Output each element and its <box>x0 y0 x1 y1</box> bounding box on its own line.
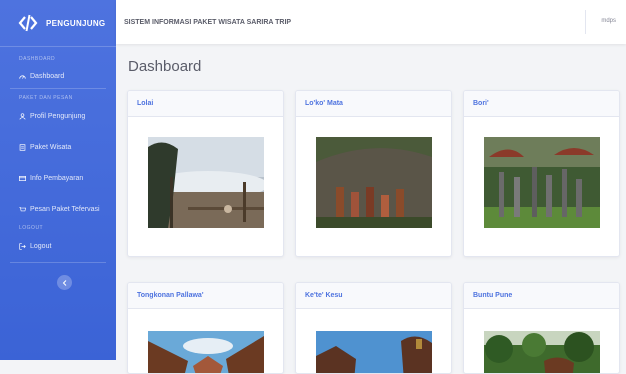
sidebar-divider <box>10 88 106 89</box>
chevron-left-icon <box>62 279 66 286</box>
sidebar-toggle-button[interactable] <box>57 275 72 290</box>
dashboard-icon <box>19 75 26 79</box>
sidebar-item-paket[interactable]: Paket Wisata <box>0 144 71 151</box>
card-title: Buntu Pune <box>464 283 619 309</box>
sidebar-brand[interactable]: PENGUNJUNG <box>0 0 116 47</box>
sidebar-item-profil-label: Profil Pengunjung <box>30 113 86 120</box>
card-title: Lo'ko' Mata <box>296 91 451 117</box>
sidebar-item-info[interactable]: Info Pembayaran <box>0 175 83 182</box>
card-title: Tongkonan Pallawa' <box>128 283 283 309</box>
brand-name: PENGUNJUNG <box>46 18 106 28</box>
buntu-pune-photo <box>484 331 600 373</box>
cart-icon <box>19 207 26 212</box>
app-title: SISTEM INFORMASI PAKET WISATA SARIRA TRI… <box>124 18 292 26</box>
topbar: SISTEM INFORMASI PAKET WISATA SARIRA TRI… <box>116 0 626 44</box>
sidebar-item-dashboard[interactable]: Dashboard <box>0 73 64 80</box>
nav-heading-dashboard: DASHBOARD <box>19 56 56 62</box>
lokomata-photo <box>316 137 432 228</box>
package-icon <box>19 144 26 151</box>
page-title: Dashboard <box>128 58 202 75</box>
bori-photo <box>484 137 600 228</box>
code-icon <box>18 14 38 32</box>
topbar-divider <box>585 10 586 34</box>
sidebar-item-dashboard-label: Dashboard <box>30 73 65 80</box>
sidebar-item-pesan[interactable]: Pesan Paket Tefervasi <box>0 206 100 213</box>
sidebar-item-logout[interactable]: Logout <box>0 243 51 250</box>
sidebar-divider-bottom <box>10 262 106 263</box>
nav-heading-paket: PAKET DAN PESAN <box>19 95 73 101</box>
lolai-photo <box>148 137 264 228</box>
card-title: Bori' <box>464 91 619 117</box>
card-title: Ke'te' Kesu <box>296 283 451 309</box>
nav-heading-logout: LOGOUT <box>19 225 44 231</box>
user-icon <box>19 113 26 120</box>
credit-card-icon <box>19 176 26 181</box>
sidebar-item-pesan-label: Pesan Paket Tefervasi <box>30 206 100 213</box>
sidebar-item-paket-label: Paket Wisata <box>30 144 72 151</box>
user-menu[interactable]: mdps <box>601 18 616 24</box>
card-title: Lolai <box>128 91 283 117</box>
card-buntu-pune[interactable]: Buntu Pune <box>463 282 620 374</box>
card-lolai[interactable]: Lolai <box>127 90 284 257</box>
card-lokomata[interactable]: Lo'ko' Mata <box>295 90 452 257</box>
card-kete-kesu[interactable]: Ke'te' Kesu <box>295 282 452 374</box>
sidebar-item-profil[interactable]: Profil Pengunjung <box>0 113 85 120</box>
sidebar-item-logout-label: Logout <box>30 243 52 250</box>
sidebar: PENGUNJUNG DASHBOARD Dashboard PAKET DAN… <box>0 0 116 360</box>
card-tongkonan-pallawa[interactable]: Tongkonan Pallawa' <box>127 282 284 374</box>
kete-kesu-photo <box>316 331 432 373</box>
tongkonan-pallawa-photo <box>148 331 264 373</box>
card-bori[interactable]: Bori' <box>463 90 620 257</box>
sidebar-item-info-label: Info Pembayaran <box>30 175 84 182</box>
logout-icon <box>19 243 26 250</box>
